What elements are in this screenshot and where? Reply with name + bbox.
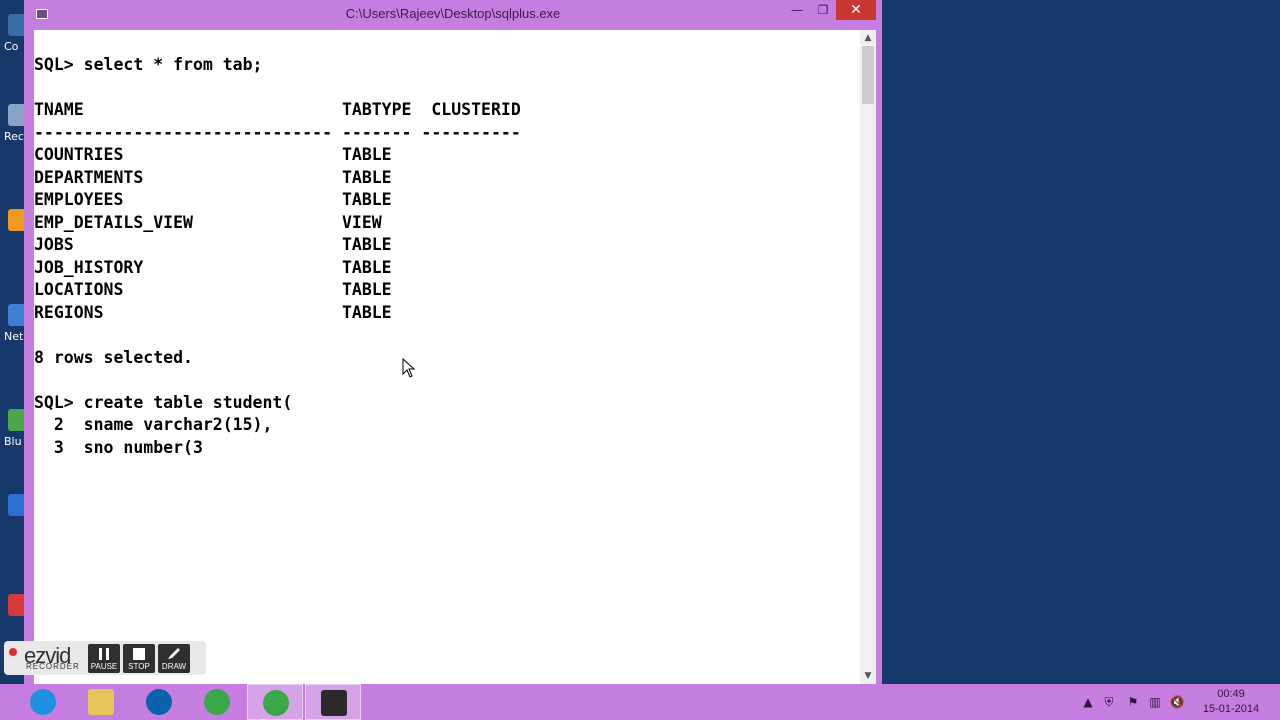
console-line: REGIONS TABLE: [34, 302, 392, 322]
console-text: SQL> select * from tab; TNAME TABTYPE CLU…: [34, 30, 860, 459]
console-line: 8 rows selected.: [34, 347, 193, 367]
pause-icon: [99, 648, 109, 660]
desktop-shortcut-icon[interactable]: Rec: [0, 100, 26, 160]
sqlplus-window: C:\Users\Rajeev\Desktop\sqlplus.exe — ❐ …: [24, 0, 882, 684]
scroll-thumb[interactable]: [862, 46, 874, 104]
desktop-shortcut-icon[interactable]: [0, 205, 26, 265]
console-line: EMPLOYEES TABLE: [34, 190, 392, 209]
ezvid-recorder: ezvid RECORDER PAUSE STOP DRAW: [4, 641, 206, 675]
clock-time: 00:49: [1217, 688, 1245, 700]
console-line: TNAME TABTYPE CLUSTERID: [34, 100, 521, 119]
chrome-active-icon: [263, 690, 289, 716]
taskbar-internet-explorer-button[interactable]: [15, 684, 71, 720]
draw-icon: [168, 648, 180, 659]
internet-explorer-icon: [30, 689, 56, 715]
taskbar: ▲ ⛨ ⚑ ▥ 🔇 00:49 15-01-2014: [0, 684, 1280, 720]
desktop-shortcut-icon[interactable]: Co: [0, 10, 26, 70]
console-line: LOCATIONS TABLE: [34, 280, 392, 299]
desktop-shortcut-icon[interactable]: Blu: [0, 405, 26, 465]
file-explorer-icon: [88, 689, 114, 715]
console-line: DEPARTMENTS TABLE: [34, 167, 392, 187]
console-line: EMP_DETAILS_VIEW VIEW: [34, 212, 382, 232]
security-shield-icon[interactable]: ⛨: [1101, 694, 1117, 710]
desktop-shortcut-icon[interactable]: NetB: [0, 300, 31, 360]
mouse-cursor-icon: [402, 358, 416, 378]
console-line: 2 sname varchar2(15),: [34, 415, 273, 434]
vertical-scrollbar[interactable]: ▲ ▼: [860, 30, 876, 684]
console-line: JOBS TABLE: [34, 235, 392, 254]
desktop-shortcut-icon[interactable]: [0, 490, 26, 550]
stop-button[interactable]: STOP: [123, 644, 155, 673]
pause-label: PAUSE: [90, 662, 118, 671]
clock[interactable]: 00:49 15-01-2014: [1196, 687, 1266, 717]
minimize-button[interactable]: —: [784, 0, 810, 20]
scroll-down-arrow-icon[interactable]: ▼: [860, 668, 876, 684]
chrome-icon: [204, 689, 230, 715]
console-line: JOB_HISTORY TABLE: [34, 257, 392, 277]
ezvid-subtitle: RECORDER: [26, 662, 80, 671]
stop-icon: [133, 648, 145, 660]
action-center-flag-icon[interactable]: ⚑: [1125, 694, 1141, 710]
scroll-up-arrow-icon[interactable]: ▲: [860, 30, 876, 46]
sqlplus-console-icon: [321, 690, 347, 716]
taskbar-chrome-button[interactable]: [189, 684, 245, 720]
console-line: SQL> select * from tab;: [34, 55, 263, 74]
recording-indicator-icon: [9, 648, 17, 656]
desktop-shortcut-label: Blu: [4, 435, 22, 448]
window-title: C:\Users\Rajeev\Desktop\sqlplus.exe: [345, 6, 561, 21]
draw-button[interactable]: DRAW: [158, 644, 190, 673]
close-button[interactable]: ✕: [836, 0, 876, 20]
desktop-shortcut-label: Co: [4, 40, 19, 53]
show-hidden-icons-icon[interactable]: ▲: [1080, 694, 1096, 710]
title-bar[interactable]: C:\Users\Rajeev\Desktop\sqlplus.exe — ❐ …: [24, 0, 882, 30]
clock-date: 15-01-2014: [1202, 703, 1260, 715]
draw-label: DRAW: [161, 662, 187, 671]
console-line: SQL> create table student(: [34, 392, 293, 412]
console-output[interactable]: SQL> select * from tab; TNAME TABTYPE CLU…: [34, 30, 860, 684]
stop-label: STOP: [128, 662, 150, 671]
network-icon[interactable]: ▥: [1147, 694, 1163, 710]
taskbar-file-explorer-button[interactable]: [73, 684, 129, 720]
pause-button[interactable]: PAUSE: [88, 644, 120, 673]
taskbar-chrome-active-button[interactable]: [247, 684, 303, 720]
console-line: ------------------------------ ------- -…: [34, 122, 521, 142]
console-line: COUNTRIES TABLE: [34, 145, 392, 164]
taskbar-hp-button[interactable]: [131, 684, 187, 720]
console-line: 3 sno number(3: [34, 437, 203, 457]
hp-icon: [146, 689, 172, 715]
taskbar-sqlplus-console-button[interactable]: [305, 684, 361, 720]
desktop-shortcut-label: Rec: [4, 130, 24, 143]
volume-muted-icon[interactable]: 🔇: [1169, 694, 1185, 710]
maximize-button[interactable]: ❐: [810, 0, 836, 20]
